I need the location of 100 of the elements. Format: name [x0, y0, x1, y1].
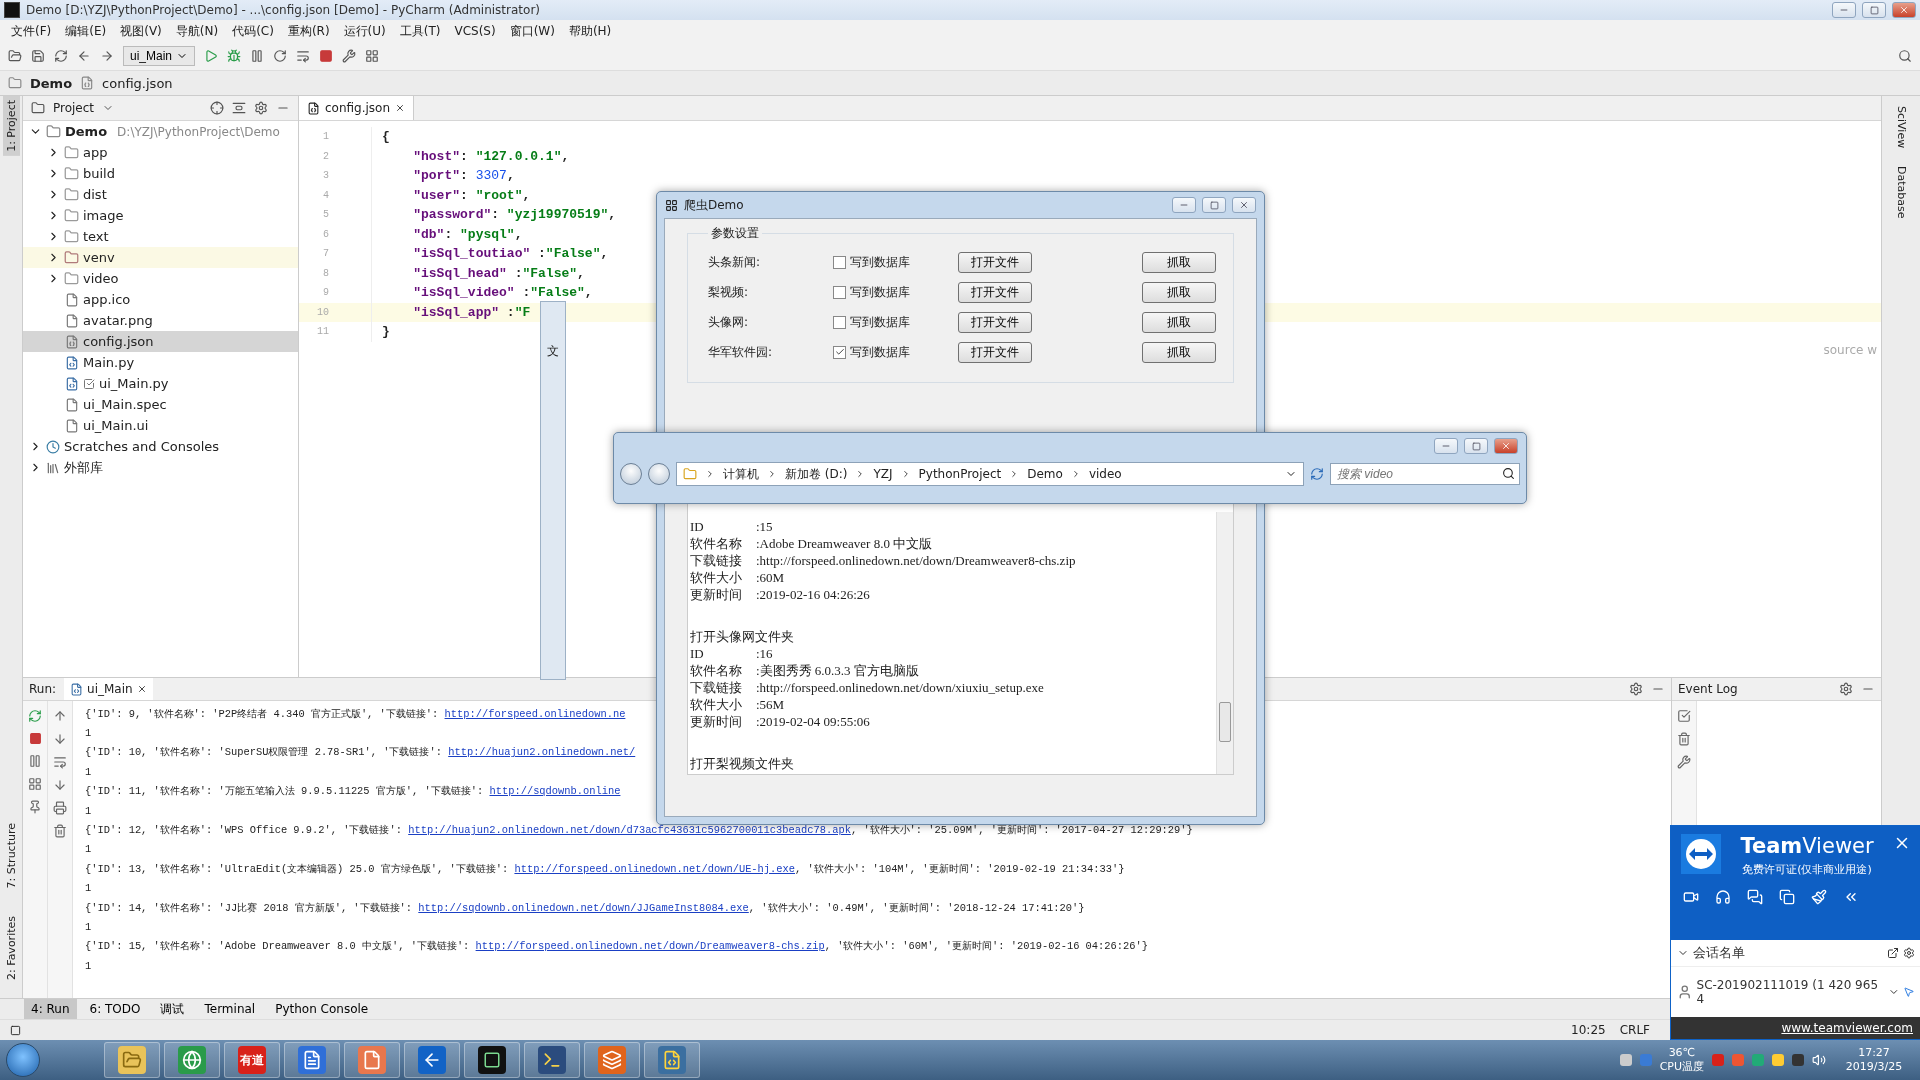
panel-title[interactable]: Project [53, 101, 95, 115]
maximize-button[interactable] [1202, 197, 1226, 213]
run-config-dropdown[interactable]: ui_Main [123, 46, 196, 66]
run-tab[interactable]: ui_Main [64, 678, 153, 700]
wrench-icon[interactable] [1677, 755, 1691, 769]
console-link[interactable]: http://forspeed.onlinedown.ne [444, 707, 626, 720]
tree-item[interactable]: ui_Main.spec [23, 394, 298, 415]
video-icon[interactable] [1683, 889, 1699, 905]
forward-icon[interactable] [100, 49, 114, 63]
check-icon[interactable] [1677, 709, 1691, 723]
tree-item[interactable]: text [23, 226, 298, 247]
fetch-button[interactable]: 抓取 [1142, 251, 1216, 273]
path-segment[interactable]: video [1088, 467, 1122, 481]
path-segment[interactable]: YZJ [873, 467, 893, 481]
tool-tab[interactable]: Terminal [197, 999, 263, 1019]
console-link[interactable]: http://forspeed.onlinedown.net/down/Dreamweaver8-chs.zip [475, 940, 825, 953]
layout-icon[interactable] [28, 777, 42, 791]
tool-tab[interactable]: 4: Run [24, 999, 77, 1019]
menu-item[interactable]: 编辑(E) [58, 22, 114, 40]
path-segment[interactable]: Demo [1027, 467, 1063, 481]
fetch-button[interactable]: 抓取 [1142, 281, 1216, 303]
up-icon[interactable] [53, 709, 67, 723]
checkbox[interactable] [833, 285, 846, 299]
menu-item[interactable]: VCS(S) [447, 24, 503, 38]
down-icon[interactable] [53, 732, 67, 746]
collapse-icon[interactable] [232, 101, 246, 115]
checkbox-label[interactable]: 写到数据库 [850, 313, 910, 331]
chat-icon[interactable] [1747, 889, 1763, 905]
close-button[interactable] [1892, 2, 1916, 18]
fetch-button[interactable]: 抓取 [1142, 341, 1216, 363]
checkbox[interactable] [833, 255, 846, 269]
tree-item[interactable]: config.json [23, 331, 298, 352]
pause-icon[interactable] [250, 49, 265, 63]
menu-item[interactable]: 文件(F) [4, 22, 59, 40]
tree-item[interactable]: avatar.png [23, 310, 298, 331]
console-link[interactable]: http://sqdownb.onlinedown.net/down/JJGameInst8084.exe [418, 901, 749, 914]
brush-icon[interactable] [1811, 889, 1827, 905]
rerun-icon[interactable] [273, 49, 288, 63]
side-tab[interactable]: SciView [1892, 102, 1910, 153]
console-link[interactable]: http://huajun2.onlinedown.net/ [448, 746, 636, 759]
maximize-button[interactable] [1862, 2, 1886, 18]
console-link[interactable]: http://forspeed.onlinedown.net/down/UE-hj.exe [514, 862, 795, 875]
tree-item[interactable]: dist [23, 184, 298, 205]
open-file-button[interactable]: 打开文件 [958, 281, 1032, 303]
search-field[interactable]: 搜索 video [1330, 463, 1520, 485]
close-button[interactable] [1494, 438, 1518, 454]
maximize-button[interactable] [1464, 438, 1488, 454]
taskbar-app[interactable] [464, 1042, 520, 1078]
close-icon[interactable] [395, 103, 406, 113]
checkbox-label[interactable]: 写到数据库 [850, 283, 910, 301]
taskbar-app[interactable] [284, 1042, 340, 1078]
scroll-thumb[interactable] [1219, 702, 1231, 742]
wrap-icon[interactable] [53, 755, 67, 769]
stop-icon[interactable] [28, 732, 42, 745]
tool-tab[interactable]: 调试 [153, 999, 192, 1019]
path-segment[interactable]: 计算机 [723, 465, 759, 483]
forward-button[interactable] [648, 463, 670, 485]
tool-tab[interactable]: 6: TODO [82, 999, 148, 1019]
side-tab[interactable]: 1: Project [2, 96, 20, 156]
close-button[interactable] [1232, 197, 1256, 213]
search-icon[interactable] [1898, 49, 1912, 63]
path-segment[interactable]: 新加卷 (D:) [785, 465, 848, 483]
debug-icon[interactable] [227, 49, 242, 63]
taskbar-app[interactable] [524, 1042, 580, 1078]
save-icon[interactable] [31, 49, 45, 63]
structure-icon[interactable] [365, 49, 380, 63]
checkbox-label[interactable]: 写到数据库 [850, 253, 910, 271]
print-icon[interactable] [53, 801, 67, 815]
popout-icon[interactable] [1887, 947, 1899, 959]
breadcrumb[interactable]: Demo [30, 75, 73, 91]
open-file-button[interactable]: 打开文件 [958, 311, 1032, 333]
tree-item[interactable]: app [23, 142, 298, 163]
back-icon[interactable] [77, 49, 91, 63]
files-icon[interactable] [1779, 889, 1795, 905]
checkbox[interactable] [833, 345, 846, 359]
path-segment[interactable]: PythonProject [918, 467, 1002, 481]
editor-tab[interactable]: config.json [299, 96, 415, 120]
headset-icon[interactable] [1715, 889, 1731, 905]
taskbar-app[interactable]: 有道 [224, 1042, 280, 1078]
close-icon[interactable] [136, 684, 147, 694]
cursor-position[interactable]: 10:25 [1571, 1023, 1606, 1037]
rerun-icon[interactable] [28, 709, 42, 723]
side-tab[interactable]: Database [1892, 162, 1910, 223]
tree-item[interactable]: build [23, 163, 298, 184]
menu-item[interactable]: 导航(N) [168, 22, 226, 40]
tree-item[interactable]: app.ico [23, 289, 298, 310]
tree-item[interactable]: venv [23, 247, 298, 268]
pause-icon[interactable] [28, 754, 42, 768]
menu-item[interactable]: 窗口(W) [502, 22, 562, 40]
menu-item[interactable]: 代码(C) [225, 22, 281, 40]
tree-item[interactable]: video [23, 268, 298, 289]
menu-item[interactable]: 工具(T) [392, 22, 448, 40]
breadcrumb[interactable]: config.json [102, 75, 173, 91]
menu-item[interactable]: 帮助(H) [561, 22, 619, 40]
tree-item[interactable]: Main.py [23, 352, 298, 373]
refresh-icon[interactable] [54, 49, 68, 63]
fetch-button[interactable]: 抓取 [1142, 311, 1216, 333]
tree-item[interactable]: ui_Main.py [23, 373, 298, 394]
session-name[interactable]: SC-201902111019 (1 420 965 4 [1696, 978, 1884, 1006]
open-file-button[interactable]: 打开文件 [958, 251, 1032, 273]
